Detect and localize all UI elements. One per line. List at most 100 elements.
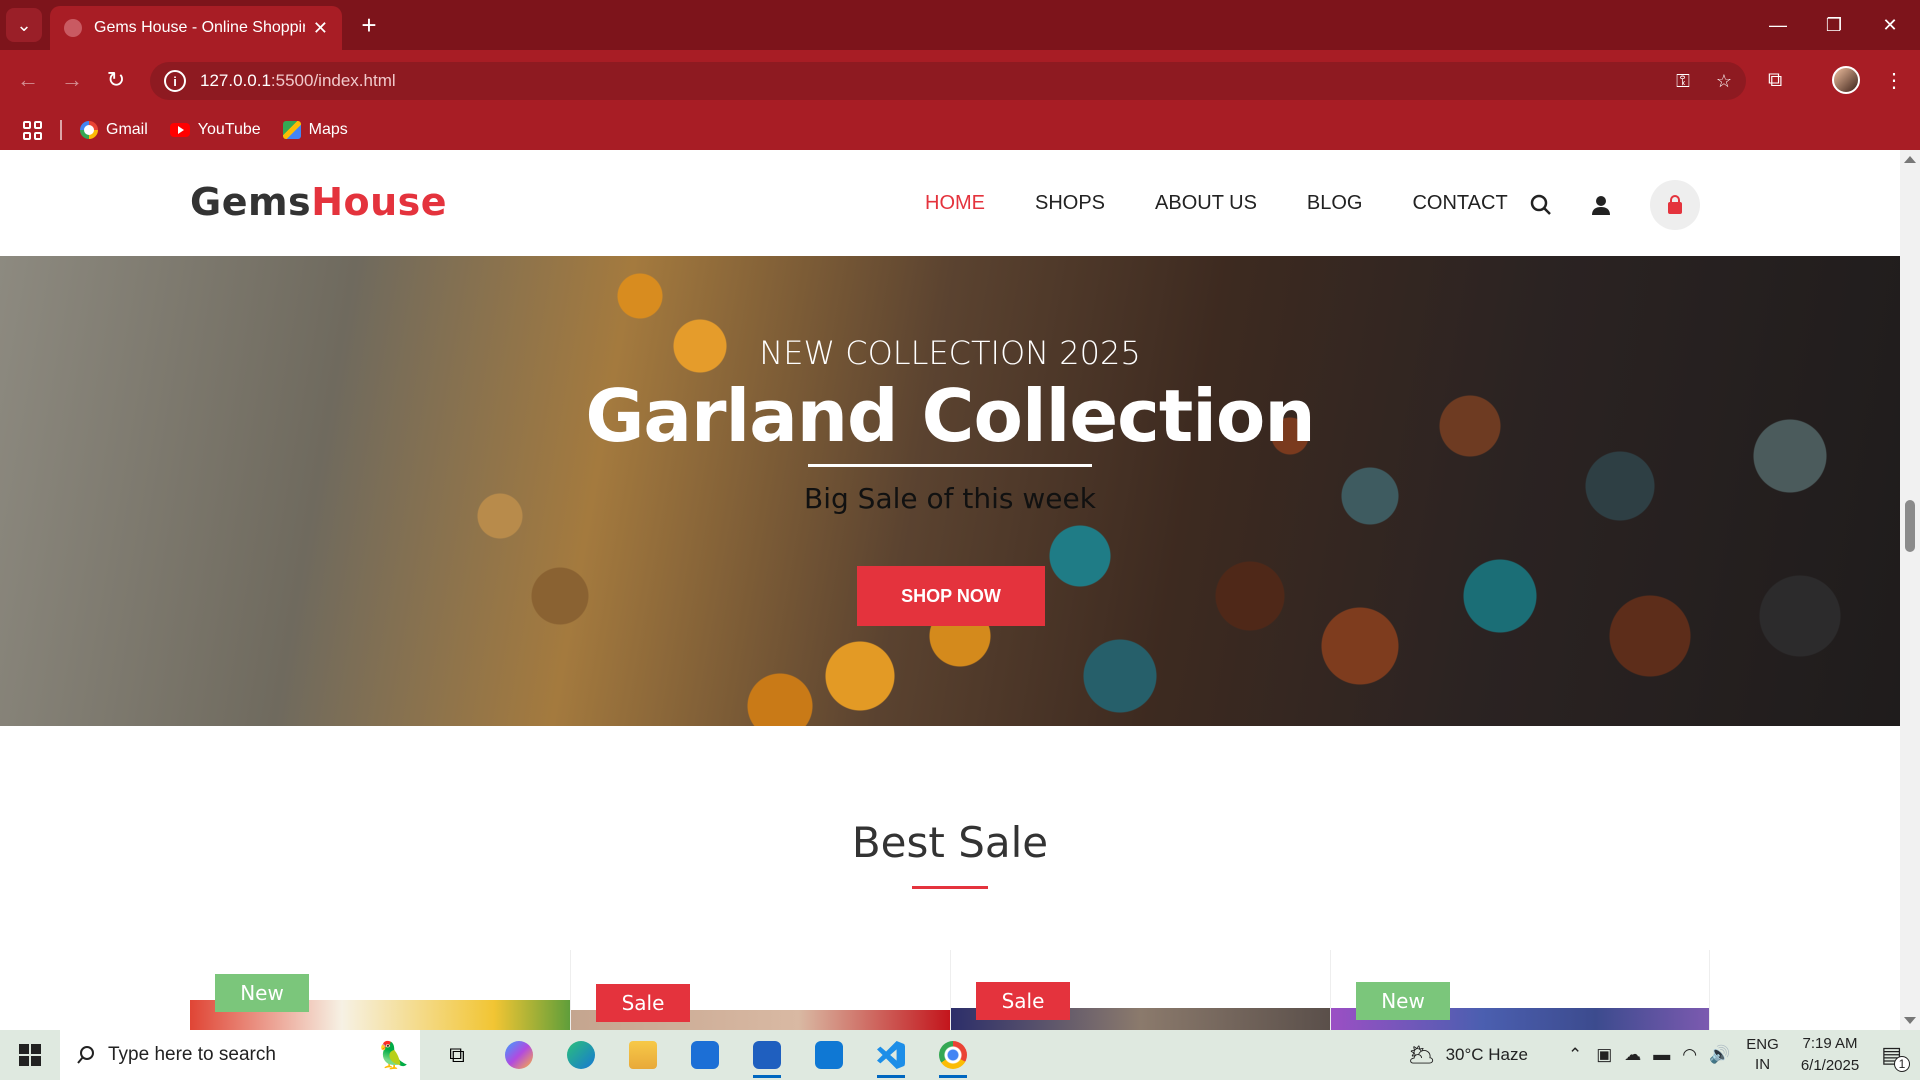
close-window-button[interactable]: ✕ bbox=[1862, 8, 1918, 42]
hero-tagline: Big Sale of this week bbox=[804, 482, 1096, 515]
task-view-icon: ⧉ bbox=[449, 1042, 465, 1067]
start-button[interactable] bbox=[0, 1030, 60, 1080]
back-button[interactable]: ← bbox=[10, 62, 46, 98]
outlook-icon bbox=[815, 1041, 843, 1069]
logo-text-gems: Gems bbox=[190, 180, 312, 224]
taskbar-search-placeholder: Type here to search bbox=[108, 1044, 276, 1065]
page-viewport: GemsHouse HOME SHOPS ABOUT US BLOG CONTA… bbox=[0, 150, 1900, 1030]
badge-sale: Sale bbox=[976, 982, 1070, 1020]
chrome-icon bbox=[939, 1041, 967, 1069]
windows-icon bbox=[19, 1044, 41, 1066]
youtube-icon bbox=[169, 123, 190, 137]
windows-taskbar: Type here to search 🦜 ⧉ 🌥 30°C Haze ⌃ ▣ … bbox=[0, 1030, 1920, 1080]
battery-icon[interactable]: ▬ bbox=[1653, 1045, 1670, 1065]
task-view-button[interactable]: ⧉ bbox=[426, 1030, 488, 1080]
show-hidden-icons-icon[interactable]: ⌃ bbox=[1568, 1045, 1582, 1065]
clock-date: 6/1/2025 bbox=[1800, 1057, 1860, 1074]
scroll-down-arrow-icon[interactable] bbox=[1904, 1017, 1916, 1024]
url-path: :5500/index.html bbox=[270, 71, 396, 90]
bookmark-label: Maps bbox=[308, 121, 348, 138]
apps-grid-icon[interactable] bbox=[23, 120, 42, 140]
avatar bbox=[1832, 66, 1860, 94]
minimize-button[interactable]: — bbox=[1750, 8, 1806, 42]
google-icon bbox=[80, 121, 98, 139]
hero-subtitle: NEW COLLECTION 2025 bbox=[759, 334, 1141, 372]
header-icons bbox=[1530, 180, 1700, 230]
reload-button[interactable]: ↻ bbox=[98, 62, 134, 98]
meet-icon[interactable]: ▣ bbox=[1596, 1045, 1612, 1065]
region-code: IN bbox=[1755, 1056, 1771, 1073]
cart-button[interactable] bbox=[1650, 180, 1700, 230]
scroll-up-arrow-icon[interactable] bbox=[1904, 156, 1916, 163]
new-tab-button[interactable]: + bbox=[352, 8, 386, 42]
folder-icon bbox=[629, 1041, 657, 1069]
store-button[interactable] bbox=[674, 1030, 736, 1080]
badge-new: New bbox=[215, 974, 309, 1012]
best-sale-underline bbox=[912, 886, 988, 889]
nav-about-us[interactable]: ABOUT US bbox=[1155, 192, 1257, 215]
browser-menu-icon[interactable]: ⋮ bbox=[1884, 62, 1904, 98]
language-code: ENG bbox=[1746, 1036, 1779, 1053]
edge-button[interactable] bbox=[550, 1030, 612, 1080]
bookmark-divider bbox=[60, 120, 62, 140]
tab-search-button[interactable]: ⌄ bbox=[6, 8, 42, 42]
nav-blog[interactable]: BLOG bbox=[1307, 192, 1363, 215]
tab-favicon-icon bbox=[64, 19, 82, 37]
bookmark-youtube[interactable]: YouTube bbox=[169, 121, 261, 139]
forward-button[interactable]: → bbox=[54, 62, 90, 98]
url-host: 127.0.0.1 bbox=[200, 71, 271, 90]
maps-icon bbox=[282, 121, 301, 139]
notification-button[interactable]: ▤ 1 bbox=[1881, 1042, 1910, 1072]
user-icon[interactable] bbox=[1590, 194, 1612, 216]
word-icon bbox=[753, 1041, 781, 1069]
profile-avatar[interactable] bbox=[1832, 62, 1860, 98]
file-explorer-button[interactable] bbox=[612, 1030, 674, 1080]
copilot-icon bbox=[505, 1041, 533, 1069]
nav-contact[interactable]: CONTACT bbox=[1412, 192, 1507, 215]
browser-toolbar: ← → ↻ i 127.0.0.1:5500/index.html ⚿ ☆ ⧉ … bbox=[0, 50, 1920, 110]
product-card[interactable]: New bbox=[1330, 950, 1710, 1030]
language-indicator[interactable]: ENG IN bbox=[1746, 1035, 1779, 1075]
badge-sale: Sale bbox=[596, 984, 690, 1022]
outlook-button[interactable] bbox=[798, 1030, 860, 1080]
taskbar-search[interactable]: Type here to search 🦜 bbox=[60, 1030, 420, 1080]
bookmark-star-icon[interactable]: ☆ bbox=[1716, 71, 1732, 92]
vscode-button[interactable] bbox=[860, 1030, 922, 1080]
bookmark-label: YouTube bbox=[197, 121, 261, 138]
site-info-icon[interactable]: i bbox=[164, 70, 186, 92]
chrome-button[interactable] bbox=[922, 1030, 984, 1080]
product-grid: New Sale Sale New bbox=[190, 950, 1710, 1030]
search-icon[interactable] bbox=[1530, 194, 1552, 216]
address-bar[interactable]: i 127.0.0.1:5500/index.html ⚿ ☆ bbox=[150, 62, 1746, 100]
tab-close-icon[interactable]: ✕ bbox=[313, 18, 328, 39]
taskbar-apps: ⧉ bbox=[426, 1030, 984, 1080]
site-logo[interactable]: GemsHouse bbox=[190, 180, 447, 224]
product-card[interactable]: Sale bbox=[950, 950, 1330, 1030]
weather-icon[interactable]: 🌥 bbox=[1408, 1042, 1436, 1068]
nav-home[interactable]: HOME bbox=[925, 192, 985, 215]
word-button[interactable] bbox=[736, 1030, 798, 1080]
bookmark-gmail[interactable]: Gmail bbox=[80, 121, 148, 139]
bookmark-maps[interactable]: Maps bbox=[282, 121, 348, 139]
parrot-icon: 🦜 bbox=[377, 1039, 410, 1070]
product-card[interactable]: New bbox=[190, 950, 570, 1030]
extensions-icon[interactable]: ⧉ bbox=[1768, 62, 1782, 98]
store-icon bbox=[691, 1041, 719, 1069]
system-tray: 🌥 30°C Haze ⌃ ▣ ☁ ▬ ◠ 🔊 ENG IN 7:19 AM 6… bbox=[1408, 1030, 1920, 1080]
product-card[interactable]: Sale bbox=[570, 950, 950, 1030]
page-scrollbar[interactable] bbox=[1900, 150, 1920, 1030]
browser-tab[interactable]: Gems House - Online Shopping ✕ bbox=[50, 6, 342, 50]
password-key-icon[interactable]: ⚿ bbox=[1676, 71, 1690, 92]
weather-text[interactable]: 30°C Haze bbox=[1446, 1045, 1528, 1065]
volume-icon[interactable]: 🔊 bbox=[1709, 1045, 1730, 1065]
onedrive-icon[interactable]: ☁ bbox=[1624, 1045, 1641, 1065]
copilot-button[interactable] bbox=[488, 1030, 550, 1080]
browser-tab-strip: ⌄ Gems House - Online Shopping ✕ + — ❐ ✕ bbox=[0, 0, 1920, 50]
restore-button[interactable]: ❐ bbox=[1806, 8, 1862, 42]
shop-now-button[interactable]: SHOP NOW bbox=[857, 566, 1045, 626]
nav-shops[interactable]: SHOPS bbox=[1035, 192, 1105, 215]
clock[interactable]: 7:19 AM 6/1/2025 bbox=[1801, 1033, 1859, 1077]
scroll-thumb[interactable] bbox=[1905, 500, 1915, 552]
vscode-icon bbox=[877, 1041, 905, 1069]
wifi-icon[interactable]: ◠ bbox=[1682, 1045, 1697, 1065]
